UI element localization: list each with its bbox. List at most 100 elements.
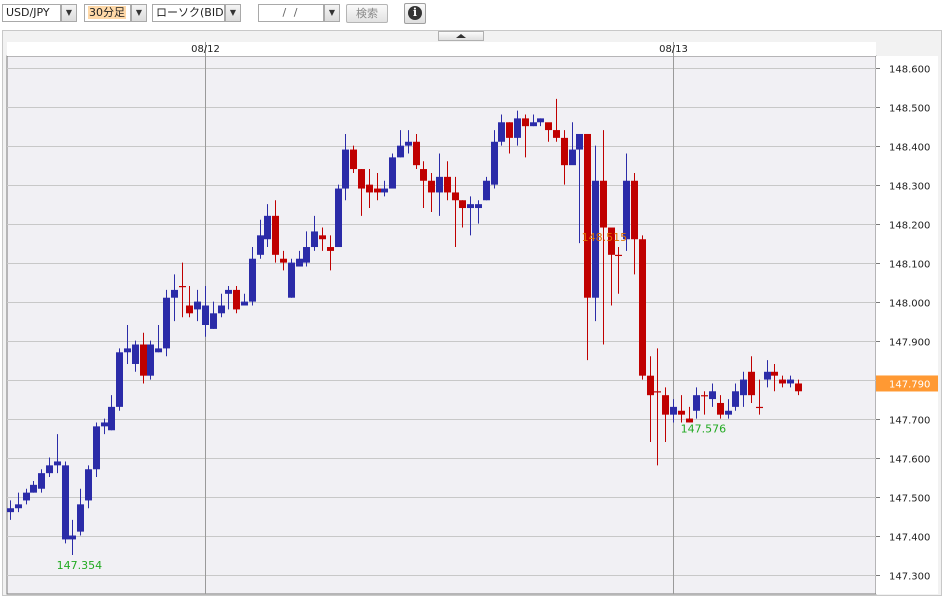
candle-body [296,258,303,267]
candle-body [69,535,76,540]
candle-body [140,344,147,376]
candle-body [358,169,365,189]
candle-body [327,247,334,251]
candle-body [545,122,552,131]
price-tick-label: 148.000 [889,299,930,310]
candle-body [335,188,342,248]
candle-body [93,426,100,470]
price-tick-label: 147.700 [889,416,930,427]
candle-body [241,301,248,306]
high-price-label: 148.515 [582,231,628,244]
candle-body [647,375,654,396]
candle-body [124,348,131,353]
candle-body [77,504,84,532]
candle-body [15,504,22,509]
candle-body [600,180,607,228]
candle-body [202,305,209,325]
candle-body [514,118,521,138]
candle-body [631,180,638,240]
date-axis-band [7,42,876,56]
candle-body [179,286,186,288]
candle-body [210,313,217,329]
candle-body [233,289,240,310]
candle-body [366,184,373,193]
candle-body [771,371,778,376]
current-price-label: 147.790 [889,379,930,390]
candle-body [475,204,482,209]
candle-body [537,118,544,123]
candle-body [662,395,669,415]
candle-body [249,258,256,302]
candle-body [670,406,677,415]
candle-body [132,344,139,364]
candle-body [678,410,685,415]
candle-body [30,484,37,493]
plot-area [6,55,877,595]
candle-body [405,141,412,146]
candle-body [381,188,388,193]
candle-body [725,410,732,415]
candle-body [756,406,763,409]
candle-body [116,352,123,407]
candlestick-chart: 148.600 148.500 148.400 148.300 148.200 148.1… [6,42,938,595]
candle-body [303,247,310,263]
candle-body [420,169,427,181]
price-tick-label: 148.300 [889,182,930,193]
price-tick-label: 148.200 [889,221,930,232]
candle-body [615,254,622,257]
candle-body [639,239,646,376]
candle-body [717,402,724,415]
candle-body [311,231,318,248]
candle-body [748,371,755,396]
candle-body [225,289,232,294]
candle-body [280,258,287,263]
candle-body [257,235,264,255]
date-label: 08/12 [191,44,220,55]
candle-body [693,395,700,411]
candle-body [498,122,505,142]
price-tick-label: 147.900 [889,338,930,349]
candle-body [491,141,498,185]
candle-body [576,133,583,150]
candle-body [701,395,708,397]
candle-body [101,422,108,427]
candle-body [147,344,154,376]
candle-body [530,122,537,127]
candle-body [732,391,739,407]
candle-body [467,204,474,209]
price-tick-label: 147.400 [889,533,930,544]
candle-body [85,469,92,501]
candle-body [264,215,271,240]
candle-body [374,188,381,193]
candle-body [787,379,794,384]
low-price-label: 147.576 [681,423,727,436]
candle-body [397,145,404,158]
low-price-label: 147.354 [57,559,103,572]
candle-body [319,235,326,240]
price-tick-label: 147.500 [889,494,930,505]
candle-body [795,383,802,392]
candle-body [452,192,459,201]
price-tick-label: 147.600 [889,455,930,466]
candle-body [506,122,513,138]
candle-body [483,180,490,201]
candle-body [62,465,69,540]
candle-body [428,180,435,193]
candle-body [444,176,451,193]
candle-body [342,149,349,189]
candle-body [654,391,661,393]
candle-body [54,461,61,466]
price-tick-label: 147.300 [889,572,930,583]
candle-body [561,137,568,166]
candle-body [553,130,560,138]
candle-body [569,149,576,166]
candle-body [522,118,529,127]
candle-body [171,289,178,298]
date-label: 08/13 [659,44,688,55]
candle-body [272,215,279,255]
price-tick-label: 148.100 [889,260,930,271]
candle-body [46,465,53,474]
candle-body [413,141,420,166]
candle-body [779,379,786,384]
current-price-tag: 147.790 [876,375,938,392]
